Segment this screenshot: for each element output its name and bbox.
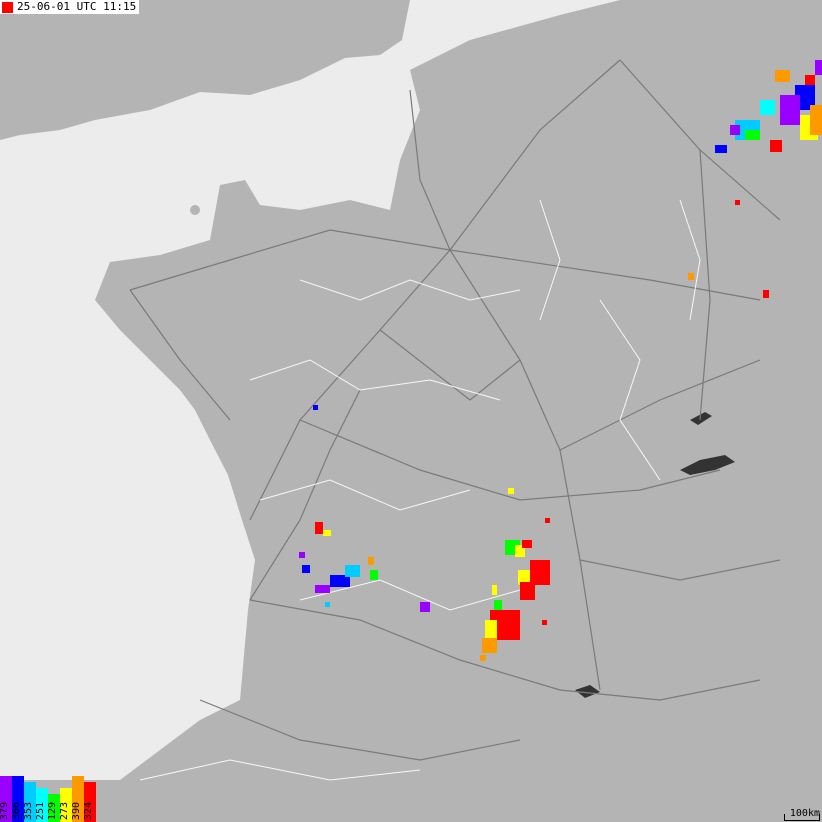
land-france	[0, 0, 822, 822]
island-jersey	[190, 205, 200, 215]
header-marker-icon	[2, 1, 13, 13]
timestamp-header: 25-06-01 UTC 11:15	[0, 0, 140, 14]
age-legend: 379 366 353 251 129 273 390 324	[0, 776, 96, 822]
scale-line	[783, 814, 820, 821]
timestamp-label: 25-06-01 UTC 11:15	[17, 0, 137, 13]
scale-bar: 100km	[783, 808, 820, 821]
strike-map	[0, 0, 822, 822]
legend-bar: 324	[83, 782, 96, 822]
land-england	[0, 0, 410, 140]
